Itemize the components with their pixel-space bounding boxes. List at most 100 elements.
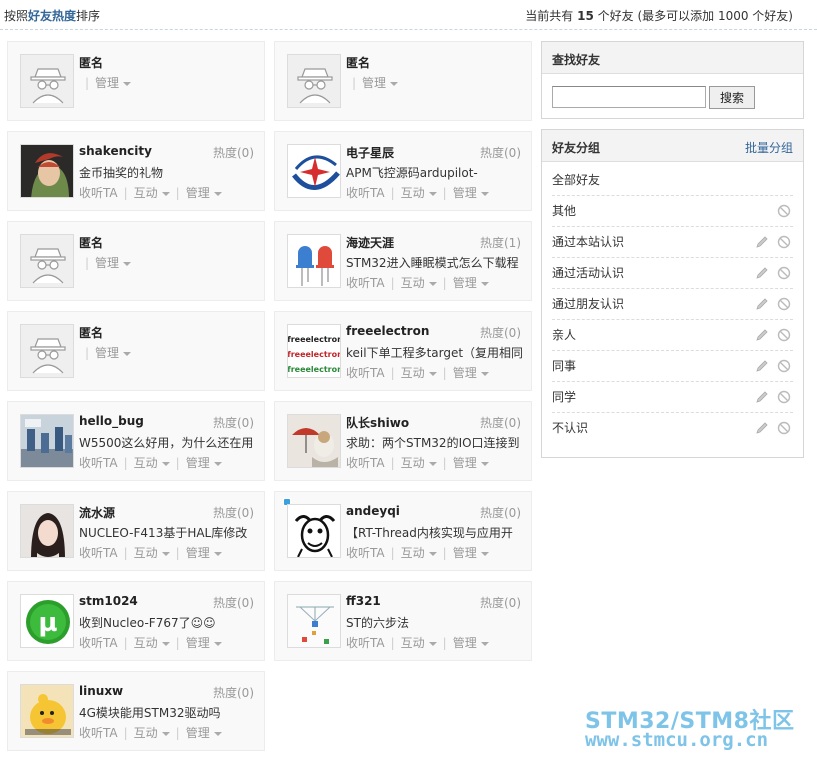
interact-menu[interactable]: 互动	[401, 456, 437, 470]
interact-menu[interactable]: 互动	[401, 276, 437, 290]
delete-icon[interactable]	[777, 204, 791, 218]
interact-menu[interactable]: 互动	[134, 546, 170, 560]
manage-menu[interactable]: 管理	[95, 346, 132, 360]
group-item[interactable]: 其他	[552, 196, 793, 227]
friend-status[interactable]: 【RT-Thread内核实现与应用开	[346, 524, 524, 541]
friend-name[interactable]: stm1024	[79, 594, 138, 608]
manage-menu[interactable]: 管理	[186, 186, 222, 200]
group-label[interactable]: 通过朋友认识	[552, 297, 624, 311]
user-avatar[interactable]	[287, 414, 341, 468]
edit-pencil-icon[interactable]	[755, 359, 769, 373]
search-button[interactable]: 搜索	[709, 86, 755, 109]
group-item[interactable]: 通过本站认识	[552, 227, 793, 258]
sort-key-link[interactable]: 好友热度	[28, 9, 76, 23]
manage-menu[interactable]: 管理	[362, 76, 399, 90]
manage-menu[interactable]: 管理	[453, 546, 489, 560]
group-item[interactable]: 通过活动认识	[552, 258, 793, 289]
anonymous-avatar[interactable]	[20, 234, 74, 288]
group-item[interactable]: 同事	[552, 351, 793, 382]
interact-menu[interactable]: 互动	[134, 636, 170, 650]
listen-link[interactable]: 收听TA	[79, 186, 118, 200]
delete-icon[interactable]	[777, 297, 791, 311]
friend-name[interactable]: 电子星辰	[346, 144, 394, 161]
group-label[interactable]: 通过本站认识	[552, 235, 624, 249]
listen-link[interactable]: 收听TA	[346, 186, 385, 200]
friend-status[interactable]: keil下单工程多target（复用相同	[346, 344, 524, 361]
delete-icon[interactable]	[777, 390, 791, 404]
group-label[interactable]: 全部好友	[552, 173, 600, 187]
group-label[interactable]: 其他	[552, 204, 576, 218]
friend-name[interactable]: 匿名	[346, 54, 370, 71]
group-label[interactable]: 同学	[552, 390, 576, 404]
manage-menu[interactable]: 管理	[186, 726, 222, 740]
listen-link[interactable]: 收听TA	[79, 636, 118, 650]
user-avatar[interactable]	[287, 504, 341, 558]
manage-menu[interactable]: 管理	[453, 276, 489, 290]
friend-status[interactable]: 收到Nucleo-F767了☺☺	[79, 614, 257, 631]
delete-icon[interactable]	[777, 235, 791, 249]
group-item[interactable]: 不认识	[552, 413, 793, 444]
listen-link[interactable]: 收听TA	[346, 276, 385, 290]
friend-name[interactable]: 匿名	[79, 54, 103, 71]
friend-status[interactable]: 求助：两个STM32的IO口连接到	[346, 434, 524, 451]
user-avatar[interactable]	[20, 144, 74, 198]
interact-menu[interactable]: 互动	[134, 726, 170, 740]
friend-status[interactable]: 金币抽奖的礼物	[79, 164, 257, 181]
friend-status[interactable]: ST的六步法	[346, 614, 524, 631]
user-avatar[interactable]: µ	[20, 594, 74, 648]
manage-menu[interactable]: 管理	[453, 636, 489, 650]
interact-menu[interactable]: 互动	[134, 186, 170, 200]
user-avatar[interactable]	[20, 414, 74, 468]
group-label[interactable]: 同事	[552, 359, 576, 373]
friend-name[interactable]: 匿名	[79, 234, 103, 251]
batch-group-link[interactable]: 批量分组	[745, 139, 793, 156]
delete-icon[interactable]	[777, 359, 791, 373]
interact-menu[interactable]: 互动	[134, 456, 170, 470]
listen-link[interactable]: 收听TA	[79, 546, 118, 560]
edit-pencil-icon[interactable]	[755, 328, 769, 342]
manage-menu[interactable]: 管理	[453, 366, 489, 380]
user-avatar[interactable]	[287, 594, 341, 648]
manage-menu[interactable]: 管理	[186, 546, 222, 560]
manage-menu[interactable]: 管理	[453, 186, 489, 200]
user-avatar[interactable]: freeelectron freeelectron freeelectron	[287, 324, 341, 378]
edit-pencil-icon[interactable]	[755, 390, 769, 404]
interact-menu[interactable]: 互动	[401, 546, 437, 560]
edit-pencil-icon[interactable]	[755, 235, 769, 249]
friend-status[interactable]: NUCLEO-F413基于HAL库修改	[79, 524, 257, 541]
user-avatar[interactable]	[20, 684, 74, 738]
friend-name[interactable]: 队长shiwo	[346, 414, 409, 431]
anonymous-avatar[interactable]	[20, 324, 74, 378]
friend-name[interactable]: linuxw	[79, 684, 123, 698]
friend-status[interactable]: APM飞控源码ardupilot-	[346, 164, 524, 181]
user-avatar[interactable]	[287, 144, 341, 198]
manage-menu[interactable]: 管理	[95, 76, 132, 90]
friend-status[interactable]: 4G模块能用STM32驱动吗	[79, 704, 257, 721]
group-item[interactable]: 全部好友	[552, 165, 793, 196]
edit-pencil-icon[interactable]	[755, 297, 769, 311]
user-avatar[interactable]	[20, 504, 74, 558]
anonymous-avatar[interactable]	[287, 54, 341, 108]
friend-status[interactable]: W5500这么好用，为什么还在用	[79, 434, 257, 451]
manage-menu[interactable]: 管理	[453, 456, 489, 470]
delete-icon[interactable]	[777, 421, 791, 435]
friend-name[interactable]: hello_bug	[79, 414, 144, 428]
interact-menu[interactable]: 互动	[401, 636, 437, 650]
friend-name[interactable]: freeelectron	[346, 324, 429, 338]
listen-link[interactable]: 收听TA	[346, 456, 385, 470]
listen-link[interactable]: 收听TA	[79, 726, 118, 740]
group-item[interactable]: 亲人	[552, 320, 793, 351]
delete-icon[interactable]	[777, 266, 791, 280]
manage-menu[interactable]: 管理	[186, 456, 222, 470]
anonymous-avatar[interactable]	[20, 54, 74, 108]
friend-name[interactable]: 匿名	[79, 324, 103, 341]
friend-name[interactable]: shakencity	[79, 144, 152, 158]
friend-status[interactable]: STM32进入睡眠模式怎么下载程	[346, 254, 524, 271]
edit-pencil-icon[interactable]	[755, 266, 769, 280]
group-label[interactable]: 亲人	[552, 328, 576, 342]
manage-menu[interactable]: 管理	[95, 256, 132, 270]
group-label[interactable]: 不认识	[552, 421, 588, 435]
listen-link[interactable]: 收听TA	[346, 546, 385, 560]
edit-pencil-icon[interactable]	[755, 421, 769, 435]
search-input[interactable]	[552, 86, 706, 108]
